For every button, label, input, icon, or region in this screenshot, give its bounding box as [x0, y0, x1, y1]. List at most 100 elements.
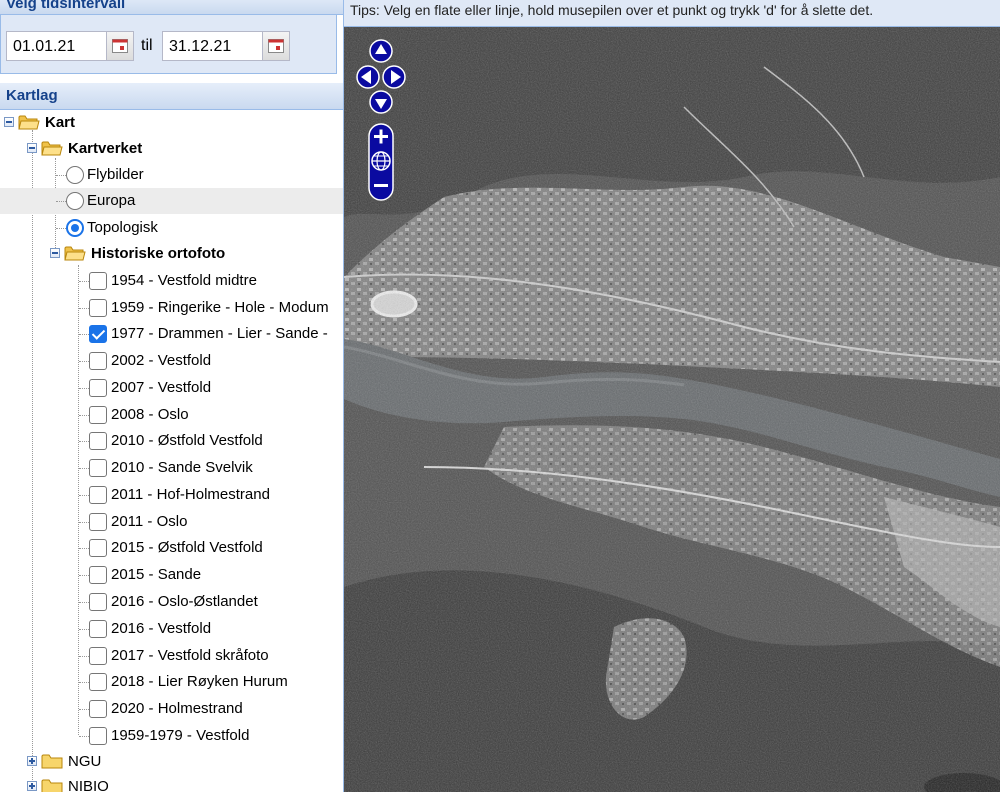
tree-node-kart[interactable]: Kart [0, 110, 343, 136]
radio-button-selected[interactable] [66, 219, 84, 237]
to-date-field[interactable] [162, 31, 290, 61]
checkbox[interactable] [89, 379, 107, 397]
layer-historical-item[interactable]: 2010 - Østfold Vestfold [0, 428, 343, 454]
map-view[interactable] [344, 27, 1000, 792]
pan-left-icon[interactable] [356, 65, 380, 89]
layer-historical-item[interactable]: 2007 - Vestfold [0, 375, 343, 401]
checkbox-checked[interactable] [89, 325, 107, 343]
layer-historical-item[interactable]: 2011 - Hof-Holmestrand [0, 482, 343, 508]
checkbox[interactable] [89, 593, 107, 611]
layer-historical-item[interactable]: 2015 - Sande [0, 562, 343, 588]
date-range-separator: til [141, 37, 153, 54]
tree-node-historiske-ortofoto[interactable]: Historiske ortofoto [0, 241, 343, 267]
layer-label: 1959-1979 - Vestfold [111, 727, 250, 744]
layer-label: 2011 - Hof-Holmestrand [111, 486, 270, 503]
zoom-out-icon[interactable] [374, 184, 388, 187]
layer-historical-item[interactable]: 1959-1979 - Vestfold [0, 723, 343, 749]
time-interval-title: Velg tidsintervall [6, 0, 126, 12]
checkbox[interactable] [89, 272, 107, 290]
layer-label: 2015 - Østfold Vestfold [111, 539, 263, 556]
folder-open-icon [18, 115, 40, 130]
layers-title: Kartlag [6, 87, 58, 104]
from-date-field[interactable] [6, 31, 134, 61]
layer-historical-item[interactable]: 2016 - Vestfold [0, 616, 343, 642]
folder-closed-icon [41, 754, 63, 769]
checkbox[interactable] [89, 700, 107, 718]
radio-button[interactable] [66, 192, 84, 210]
from-date-input[interactable] [11, 37, 105, 57]
layer-label: 2020 - Holmestrand [111, 700, 243, 717]
layer-flybilder[interactable]: Flybilder [0, 162, 343, 188]
tip-text: Tips: Velg en flate eller linje, hold mu… [350, 2, 874, 18]
checkbox[interactable] [89, 539, 107, 557]
layer-label: Topologisk [87, 219, 158, 236]
tree-node-ngu[interactable]: NGU [0, 749, 343, 775]
layer-historical-item[interactable]: 1959 - Ringerike - Hole - Modum [0, 295, 343, 321]
layer-label: 2018 - Lier Røyken Hurum [111, 673, 288, 690]
checkbox[interactable] [89, 566, 107, 584]
layer-label: 2011 - Oslo [111, 513, 188, 530]
layer-historical-item[interactable]: 2011 - Oslo [0, 509, 343, 535]
layer-historical-item[interactable]: 2017 - Vestfold skråfoto [0, 643, 343, 669]
checkbox[interactable] [89, 352, 107, 370]
checkbox[interactable] [89, 513, 107, 531]
tree-node-nibio[interactable]: NIBIO [0, 774, 343, 792]
checkbox[interactable] [89, 486, 107, 504]
layer-historical-item[interactable]: 2016 - Oslo-Østlandet [0, 589, 343, 615]
layer-historical-item[interactable]: 1954 - Vestfold midtre [0, 268, 343, 294]
layer-label: 2002 - Vestfold [111, 352, 212, 369]
checkbox[interactable] [89, 406, 107, 424]
tree-node-kartverket[interactable]: Kartverket [0, 136, 343, 162]
layer-label: Flybilder [87, 166, 144, 183]
layer-europa[interactable]: Europa [0, 188, 343, 214]
to-date-input[interactable] [167, 37, 261, 57]
layer-label: 2017 - Vestfold skråfoto [111, 647, 269, 664]
tree-label-ngu: NGU [68, 753, 102, 770]
layer-label: 1954 - Vestfold midtre [111, 272, 257, 289]
collapse-icon[interactable] [50, 248, 60, 258]
layer-label: 2008 - Oslo [111, 406, 189, 423]
layer-historical-item[interactable]: 1977 - Drammen - Lier - Sande - [0, 321, 343, 347]
layer-historical-item[interactable]: 2002 - Vestfold [0, 348, 343, 374]
pan-down-icon[interactable] [369, 90, 393, 114]
layer-topologisk[interactable]: Topologisk [0, 215, 343, 241]
layer-label: 2010 - Østfold Vestfold [111, 432, 263, 449]
to-date-calendar-button[interactable] [262, 32, 289, 60]
collapse-icon[interactable] [4, 117, 14, 127]
radio-button[interactable] [66, 166, 84, 184]
layer-label: 2007 - Vestfold [111, 379, 212, 396]
left-panel: Velg tidsintervall til [0, 0, 344, 792]
layer-label: 2016 - Vestfold [111, 620, 212, 637]
layer-historical-item[interactable]: 2020 - Holmestrand [0, 696, 343, 722]
layer-label: 2016 - Oslo-Østlandet [111, 593, 258, 610]
layer-label: 2015 - Sande [111, 566, 202, 583]
layer-historical-item[interactable]: 2015 - Østfold Vestfold [0, 535, 343, 561]
tree-label-historiske-ortofoto: Historiske ortofoto [91, 245, 226, 262]
checkbox[interactable] [89, 459, 107, 477]
checkbox[interactable] [89, 727, 107, 745]
layer-historical-item[interactable]: 2018 - Lier Røyken Hurum [0, 669, 343, 695]
layer-label: Europa [87, 192, 136, 209]
checkbox[interactable] [89, 299, 107, 317]
checkbox[interactable] [89, 673, 107, 691]
pan-right-icon[interactable] [382, 65, 406, 89]
tip-bar: Tips: Velg en flate eller linje, hold mu… [344, 0, 1000, 27]
time-interval-panel: til [0, 15, 337, 74]
tree-label-kartverket: Kartverket [68, 140, 143, 157]
checkbox[interactable] [89, 620, 107, 638]
calendar-icon [268, 39, 284, 53]
time-interval-header: Velg tidsintervall [0, 0, 343, 15]
checkbox[interactable] [89, 647, 107, 665]
expand-icon[interactable] [27, 781, 37, 791]
from-date-calendar-button[interactable] [106, 32, 133, 60]
layer-label: 2010 - Sande Svelvik [111, 459, 253, 476]
layer-historical-item[interactable]: 2010 - Sande Svelvik [0, 455, 343, 481]
pan-up-icon[interactable] [369, 39, 393, 63]
collapse-icon[interactable] [27, 143, 37, 153]
folder-closed-icon [41, 779, 63, 792]
layer-historical-item[interactable]: 2008 - Oslo [0, 402, 343, 428]
layers-header: Kartlag [0, 83, 343, 110]
layer-label: 1977 - Drammen - Lier - Sande - [111, 325, 328, 342]
expand-icon[interactable] [27, 756, 37, 766]
checkbox[interactable] [89, 432, 107, 450]
